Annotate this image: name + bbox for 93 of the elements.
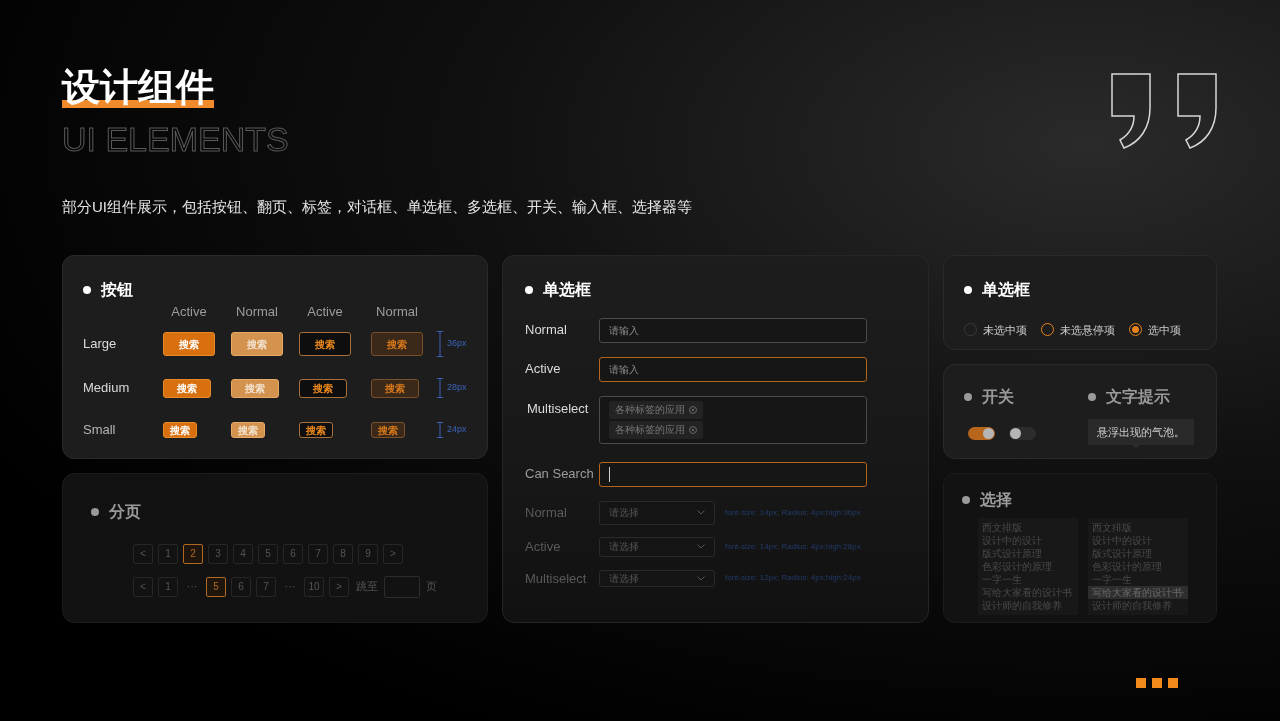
card-title: 按钮 — [101, 279, 133, 300]
field-label: Can Search — [525, 465, 595, 484]
height-note: 36px — [447, 337, 467, 351]
card-title: 文字提示 — [1106, 386, 1170, 407]
search-button[interactable]: 搜索 — [299, 378, 347, 398]
ellipsis: ··· — [185, 579, 199, 595]
page-description: 部分UI组件展示，包括按钮、翻页、标签，对话框、单选框、多选框、开关、输入框、选择器等 — [62, 197, 692, 217]
height-note: 28px — [447, 381, 467, 395]
next-page-button[interactable]: > — [383, 543, 403, 564]
page-button[interactable]: 7 — [308, 543, 328, 564]
page-button[interactable]: 9 — [358, 543, 378, 564]
card-title: 分页 — [109, 501, 141, 522]
card-title: 开关 — [982, 386, 1014, 407]
search-button[interactable]: 搜索 — [299, 332, 351, 356]
text-input[interactable]: 请输入 — [599, 356, 867, 382]
dots-icon — [1136, 678, 1178, 688]
card-title: 单选框 — [982, 279, 1030, 300]
search-button[interactable]: 搜索 — [299, 422, 333, 438]
page-button[interactable]: 10 — [304, 576, 324, 597]
chevron-down-icon — [697, 510, 705, 515]
search-button[interactable]: 搜索 — [163, 422, 197, 438]
spec-note: font-size: 14px; Radius: 4px;high:36px — [725, 506, 861, 519]
radio-label: 未选悬停项 — [1060, 322, 1115, 338]
search-button[interactable]: 搜索 — [231, 378, 279, 398]
field-label: Normal — [525, 503, 568, 522]
radio-label: 选中项 — [1148, 322, 1181, 338]
field-label: Active — [525, 537, 562, 556]
search-button[interactable]: 搜索 — [371, 332, 423, 356]
field-label: Multiselect — [526, 399, 590, 418]
close-icon[interactable] — [689, 425, 697, 434]
height-bracket-icon — [437, 378, 443, 398]
bullet-icon — [1088, 392, 1096, 401]
ellipsis: ··· — [283, 579, 297, 595]
page-button[interactable]: 1 — [158, 543, 178, 564]
bullet-icon — [964, 392, 972, 401]
field-label: Multiselect — [525, 569, 588, 588]
page-suffix: 页 — [426, 579, 437, 595]
previous-page-button[interactable]: < — [133, 543, 153, 564]
radio-label: 未选中项 — [983, 322, 1027, 338]
height-bracket-icon — [437, 422, 443, 438]
page-button[interactable]: 8 — [333, 543, 353, 564]
row-label: Large — [83, 335, 117, 354]
column-header: Active — [171, 302, 207, 321]
column-header: Active — [307, 302, 343, 321]
page-button[interactable]: 6 — [283, 543, 303, 564]
bullet-icon — [83, 285, 91, 294]
field-label: Normal — [525, 321, 568, 340]
search-button[interactable]: 搜索 — [163, 332, 215, 356]
page-button[interactable]: 4 — [233, 543, 253, 564]
previous-page-button[interactable]: < — [133, 576, 153, 597]
search-button[interactable]: 搜索 — [371, 422, 405, 438]
search-field[interactable] — [599, 461, 867, 487]
card-title: 选择 — [980, 489, 1012, 510]
page-input[interactable] — [384, 575, 420, 598]
text-cursor — [609, 466, 610, 482]
spec-note: font-size: 14px; Radius: 4px;high:28px — [725, 540, 861, 553]
height-note: 24px — [447, 423, 467, 437]
close-icon[interactable] — [689, 405, 697, 414]
bullet-icon — [964, 285, 972, 294]
page-button[interactable]: 1 — [158, 576, 178, 597]
card-title: 单选框 — [543, 279, 591, 300]
quote-icon — [1110, 72, 1218, 150]
row-label: Small — [83, 421, 116, 440]
tag[interactable]: 各种标签的应用 — [609, 400, 703, 419]
column-header: Normal — [236, 302, 278, 321]
toggle-switch[interactable] — [1009, 426, 1036, 440]
tooltip: 悬浮出现的气泡。 — [1088, 418, 1194, 445]
next-page-button[interactable]: > — [329, 576, 349, 597]
height-bracket-icon — [437, 331, 443, 357]
spec-note: font-size: 12px; Radius: 4px;high:24px — [725, 572, 861, 585]
page-button[interactable]: 6 — [231, 576, 251, 597]
row-label: Medium — [83, 379, 130, 398]
search-button[interactable]: 搜索 — [163, 378, 211, 398]
page-button[interactable]: 7 — [256, 576, 276, 597]
chevron-down-icon — [697, 544, 705, 549]
field-label: Active — [525, 360, 562, 379]
search-button[interactable]: 搜索 — [231, 422, 265, 438]
page-button[interactable]: 5 — [258, 543, 278, 564]
search-button[interactable]: 搜索 — [371, 378, 419, 398]
bullet-icon — [91, 507, 99, 516]
column-header: Normal — [376, 302, 418, 321]
page-button[interactable]: 2 — [183, 543, 203, 564]
page-subtitle: UI ELEMENTS — [62, 120, 290, 158]
chevron-down-icon — [697, 575, 705, 581]
search-button[interactable]: 搜索 — [231, 332, 283, 356]
bullet-icon — [525, 285, 533, 294]
toggle-switch[interactable] — [968, 426, 995, 440]
tag[interactable]: 各种标签的应用 — [609, 420, 703, 439]
text-input[interactable]: 请输入 — [599, 317, 867, 343]
multiselect-field[interactable]: 各种标签的应用 各种标签的应用 — [599, 395, 867, 444]
page-button[interactable]: 5 — [206, 576, 226, 597]
page-button[interactable]: 3 — [208, 543, 228, 564]
bullet-icon — [962, 495, 970, 504]
